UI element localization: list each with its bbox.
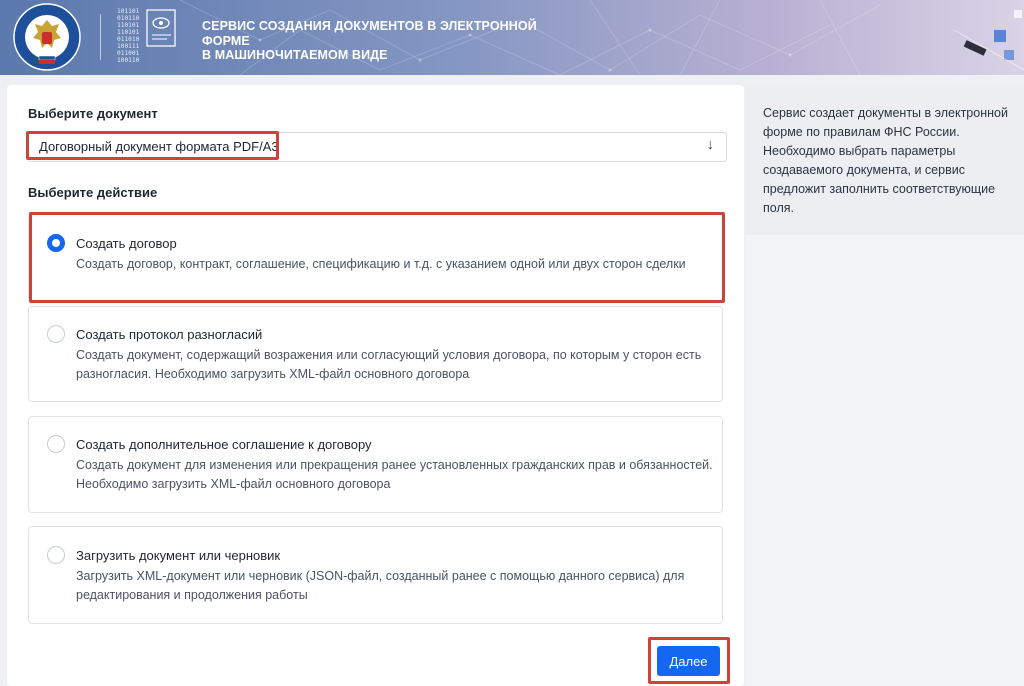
document-label: Выберите документ xyxy=(28,106,158,121)
header: 101101 010110 110101 110101 011010 10011… xyxy=(0,0,1024,75)
option-title: Создать протокол разногласий xyxy=(76,327,263,342)
action-label: Выберите действие xyxy=(28,185,158,200)
highlight-frame-select xyxy=(26,131,279,160)
info-panel: Сервис создает документы в электронной ф… xyxy=(746,85,1024,235)
highlight-frame-button xyxy=(648,637,730,684)
option-title: Создать дополнительное соглашение к дого… xyxy=(76,437,372,452)
main-card: Выберите документ Договорный документ фо… xyxy=(7,85,744,686)
option-description: Создать документ, содержащий возражения … xyxy=(76,348,702,381)
header-divider xyxy=(100,14,101,60)
option-disagreement-protocol[interactable]: Создать протокол разногласий Создать док… xyxy=(28,306,723,402)
option-description: Создать документ для изменения или прекр… xyxy=(76,458,713,491)
arrow-down-icon: ↓ xyxy=(706,136,715,153)
option-description: Загрузить XML-документ или черновик (JSO… xyxy=(76,569,685,602)
binary-document-icon: 101101 010110 110101 110101 011010 10011… xyxy=(117,6,179,66)
option-supplementary-agreement[interactable]: Создать дополнительное соглашение к дого… xyxy=(28,416,723,513)
highlight-frame-option xyxy=(29,212,725,303)
option-upload-draft[interactable]: Загрузить документ или черновик Загрузит… xyxy=(28,526,723,624)
option-title: Загрузить документ или черновик xyxy=(76,548,281,563)
header-title-line2: В МАШИНОЧИТАЕМОМ ВИДЕ xyxy=(202,48,388,62)
side-background xyxy=(746,235,1024,686)
info-text: Сервис создает документы в электронной ф… xyxy=(763,106,1008,215)
header-decoration xyxy=(953,10,1024,71)
radio-disagreement-protocol[interactable] xyxy=(47,325,65,343)
radio-upload-draft[interactable] xyxy=(47,546,65,564)
radio-supplementary-agreement[interactable] xyxy=(47,435,65,453)
fns-emblem-icon xyxy=(13,3,81,71)
header-title-line1: СЕРВИС СОЗДАНИЯ ДОКУМЕНТОВ В ЭЛЕКТРОННОЙ… xyxy=(202,19,537,48)
header-title: СЕРВИС СОЗДАНИЯ ДОКУМЕНТОВ В ЭЛЕКТРОННОЙ… xyxy=(202,19,562,63)
